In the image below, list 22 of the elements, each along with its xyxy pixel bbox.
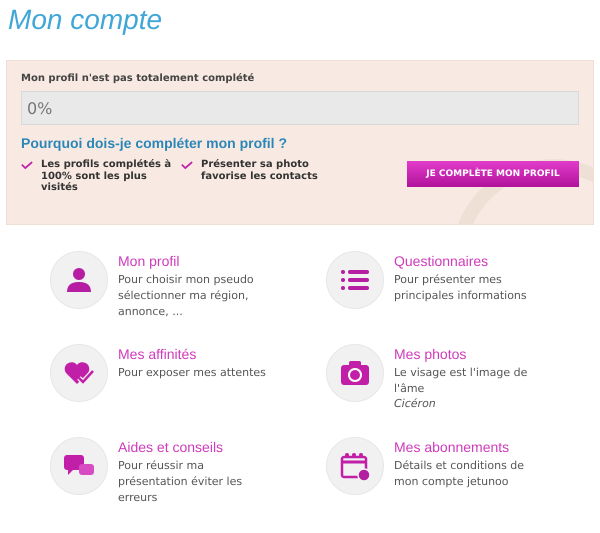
question-heading: Pourquoi dois-je compléter mon profil ?	[21, 135, 288, 151]
section-link[interactable]: Mes affinités	[118, 346, 268, 362]
check-icon	[21, 161, 33, 170]
completion-heading: Mon profil n'est pas totalement complété	[21, 73, 256, 84]
check-icon	[181, 161, 193, 170]
section-description: Pour présenter mes principales informations	[394, 272, 528, 304]
complete-profile-button[interactable]: JE COMPLÈTE MON PROFIL	[407, 161, 579, 187]
section-description: Détails et conditions de mon compte jetunoo	[394, 458, 526, 490]
section-description: Le visage est l'image de l'âme	[394, 365, 528, 397]
section-link[interactable]: Mes photos	[394, 346, 544, 362]
section-description: Pour choisir mon pseudo sélectionner ma région, annonce, ...	[118, 272, 255, 320]
section-link[interactable]: Questionnaires	[394, 253, 544, 269]
progress-reading: 0%	[26, 98, 52, 118]
section-link[interactable]: Aides et conseils	[118, 439, 268, 455]
section-link[interactable]: Mes abonnements	[394, 439, 544, 455]
reason-text: Présenter sa photo favorise les contacts	[201, 159, 319, 182]
quote-author: Cicéron	[394, 397, 437, 410]
page-title: Mon compte	[7, 3, 164, 37]
reason-text: Les profils complétés à 100% sont les plus visités	[41, 159, 172, 194]
section-description: Pour réussir ma présentation éviter les erreurs	[118, 458, 244, 506]
section-link[interactable]: Mon profil	[118, 253, 268, 269]
section-description: Pour exposer mes attentes	[118, 365, 267, 381]
